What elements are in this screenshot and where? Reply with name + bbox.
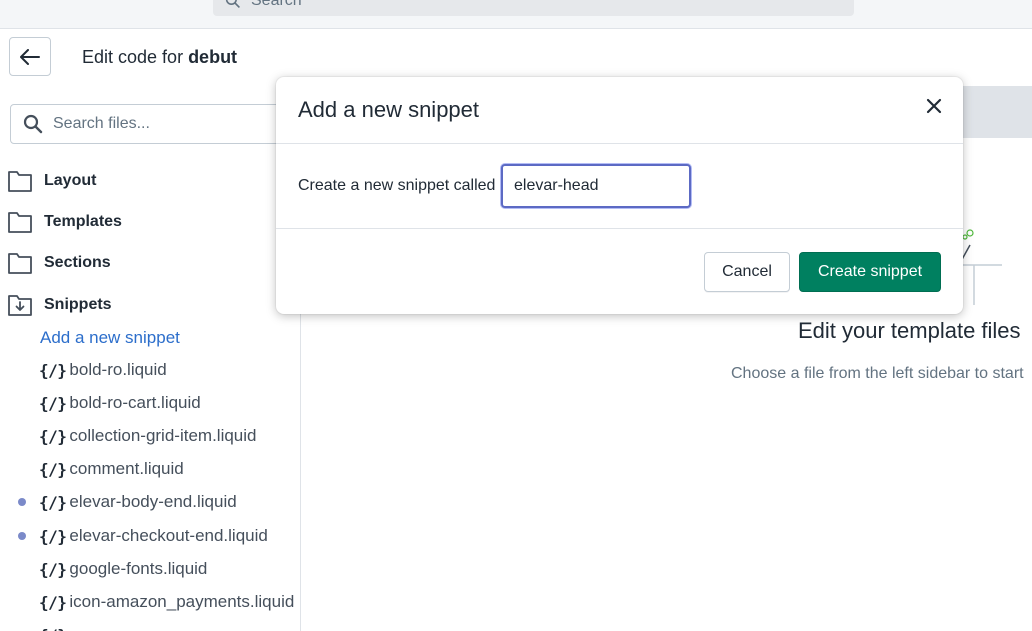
search-icon [225, 0, 240, 8]
add-snippet-modal: Add a new snippet Create a new snippet c… [276, 77, 963, 314]
liquid-file-icon: {/} [39, 559, 67, 579]
file-search[interactable] [10, 104, 310, 144]
folder-layout[interactable]: Layout [8, 168, 96, 194]
empty-state-title: Edit your template files [798, 318, 1021, 343]
modal-body: Create a new snippet called [276, 144, 963, 229]
folder-icon [8, 212, 32, 233]
liquid-file-icon: {/} [39, 459, 67, 479]
modified-dot [18, 366, 26, 374]
folder-label: Snippets [44, 296, 112, 313]
global-search-placeholder: Search [251, 0, 302, 9]
file-name: icon-amazon_payments.liquid [69, 592, 295, 611]
folder-label: Sections [44, 254, 111, 271]
top-bar: Search [0, 0, 1032, 29]
create-snippet-button[interactable]: Create snippet [799, 252, 941, 292]
liquid-file-icon: {/} [39, 592, 67, 612]
liquid-file-icon: {/} [39, 426, 67, 446]
global-search[interactable]: Search [213, 0, 854, 16]
file-item[interactable]: {/} elevar-checkout-end.liquid [18, 524, 268, 548]
modal-title: Add a new snippet [298, 97, 480, 122]
close-icon [926, 98, 942, 114]
page-title-prefix: Edit code for [82, 47, 189, 67]
folder-icon [8, 253, 32, 274]
arrow-left-icon [20, 48, 40, 65]
file-item[interactable]: {/} bold-ro-cart.liquid [18, 391, 201, 415]
modified-dot [18, 432, 26, 440]
file-name: comment.liquid [69, 459, 184, 478]
file-item[interactable]: {/} icon-amazon_payments.liquid [18, 590, 294, 614]
folder-open-icon [8, 295, 32, 316]
file-item[interactable]: {/} collection-grid-item.liquid [18, 424, 256, 448]
file-item[interactable]: {/} bold-ro.liquid [18, 358, 167, 382]
modified-dot [18, 498, 26, 506]
liquid-file-icon: {/} [39, 492, 67, 512]
page-title: Edit code for debut [82, 47, 237, 68]
folder-label: Layout [44, 172, 97, 189]
modified-dot [18, 465, 26, 473]
file-item[interactable]: {/} comment.liquid [18, 457, 184, 481]
file-name: elevar-body-end.liquid [69, 492, 237, 511]
modified-dot [18, 565, 26, 573]
file-search-input[interactable] [53, 115, 273, 133]
file-item-clipped[interactable]: {/} [18, 623, 69, 631]
liquid-file-icon: {/} [39, 526, 67, 546]
modified-dot [18, 399, 26, 407]
modified-dot [18, 598, 26, 606]
file-name: collection-grid-item.liquid [69, 426, 257, 445]
file-name: elevar-checkout-end.liquid [69, 526, 268, 545]
add-snippet-link[interactable]: Add a new snippet [40, 328, 180, 348]
snippet-name-label: Create a new snippet called [298, 177, 496, 194]
folder-sections[interactable]: Sections [8, 250, 111, 276]
folder-snippets[interactable]: Snippets [8, 292, 112, 318]
theme-name: debut [188, 47, 238, 67]
file-name: google-fonts.liquid [69, 559, 208, 578]
folder-icon [8, 171, 32, 192]
file-item[interactable]: {/} google-fonts.liquid [18, 557, 207, 581]
folder-label: Templates [44, 213, 122, 230]
folder-templates[interactable]: Templates [8, 209, 122, 235]
modal-footer: Cancel Create snippet [276, 229, 963, 313]
liquid-file-icon: {/} [39, 393, 67, 413]
modified-dot [18, 532, 26, 540]
file-item[interactable]: {/} elevar-body-end.liquid [18, 490, 237, 514]
modal-header: Add a new snippet [276, 77, 963, 144]
file-sidebar: Layout Templates Sections Snippets Add a… [0, 90, 310, 631]
liquid-file-icon: {/} [39, 360, 67, 380]
empty-state-subtitle: Choose a file from the left sidebar to s… [731, 365, 1024, 382]
snippet-name-input[interactable] [501, 164, 691, 208]
search-icon [23, 114, 43, 134]
file-name: bold-ro-cart.liquid [69, 393, 201, 412]
liquid-file-icon: {/} [39, 626, 67, 631]
close-button[interactable] [923, 95, 945, 117]
cancel-button[interactable]: Cancel [704, 252, 790, 292]
file-name: bold-ro.liquid [69, 360, 167, 379]
back-button[interactable] [9, 37, 51, 76]
